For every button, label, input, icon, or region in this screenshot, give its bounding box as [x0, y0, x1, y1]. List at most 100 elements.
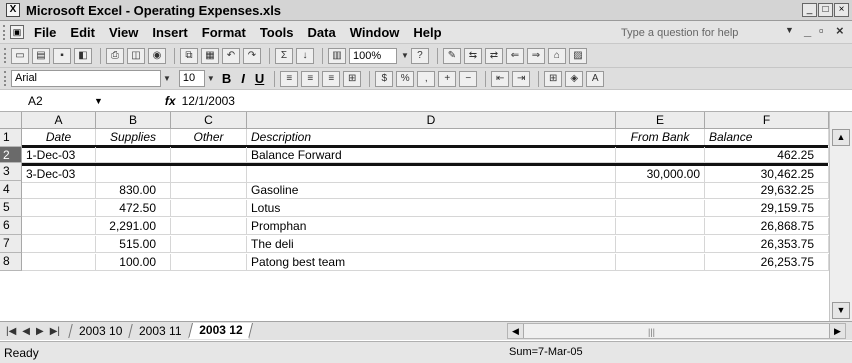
- font-color-icon[interactable]: A: [586, 70, 605, 87]
- row-header-1[interactable]: 1: [0, 129, 22, 147]
- excel-app-icon[interactable]: X: [6, 3, 20, 17]
- cell-f5[interactable]: 29,159.75: [705, 200, 829, 217]
- cell-d6[interactable]: Promphan: [247, 218, 616, 235]
- doc-minimize-icon[interactable]: _: [804, 23, 811, 38]
- copy-icon[interactable]: ⧉: [180, 47, 198, 64]
- font-dropdown-icon[interactable]: ▼: [163, 74, 171, 83]
- row-header-6[interactable]: 6: [0, 217, 22, 235]
- scroll-right-icon[interactable]: ▶: [829, 324, 845, 338]
- doc-restore-icon[interactable]: ▫: [819, 23, 824, 38]
- doc-close-icon[interactable]: ×: [836, 23, 844, 38]
- close-icon[interactable]: ×: [834, 3, 849, 17]
- menu-tools[interactable]: Tools: [260, 25, 294, 40]
- cell-a7[interactable]: [22, 236, 96, 253]
- cell-b5[interactable]: 472.50: [96, 200, 171, 217]
- cell-a3[interactable]: 3-Dec-03: [22, 166, 96, 183]
- column-header-b[interactable]: B: [96, 112, 171, 129]
- scroll-left-icon[interactable]: ◀: [508, 324, 524, 338]
- document-icon[interactable]: ▣: [10, 25, 24, 39]
- cell-a8[interactable]: [22, 254, 96, 271]
- menu-help[interactable]: Help: [413, 25, 441, 40]
- redo-icon[interactable]: ↷: [243, 47, 261, 64]
- cell-d1[interactable]: Description: [247, 129, 616, 146]
- menu-grip[interactable]: [3, 24, 6, 40]
- help-search-input[interactable]: Type a question for help: [621, 25, 759, 41]
- name-box[interactable]: A2: [4, 91, 86, 110]
- sheet-tab-2003-10[interactable]: 2003 10: [68, 324, 133, 338]
- scroll-thumb[interactable]: |||: [648, 327, 655, 337]
- cell-c6[interactable]: [171, 218, 247, 235]
- cell-a4[interactable]: [22, 182, 96, 199]
- menu-window[interactable]: Window: [350, 25, 400, 40]
- zoom-dropdown-icon[interactable]: ▼: [401, 51, 409, 60]
- cell-a1[interactable]: Date: [22, 129, 96, 146]
- cell-c5[interactable]: [171, 200, 247, 217]
- decrease-decimal-icon[interactable]: −: [459, 70, 478, 87]
- print-icon[interactable]: ⎙: [106, 47, 124, 64]
- align-center-icon[interactable]: ≡: [301, 70, 320, 87]
- horizontal-scrollbar[interactable]: ◀ ||| ▶: [507, 323, 846, 339]
- reviewing-pane-icon[interactable]: ▨: [568, 47, 587, 64]
- vertical-scrollbar[interactable]: ▲ ▼: [829, 112, 852, 338]
- cell-e8[interactable]: [616, 254, 705, 271]
- track-prev-icon[interactable]: ⇐: [505, 47, 524, 64]
- size-dropdown-icon[interactable]: ▼: [207, 74, 215, 83]
- cell-b2[interactable]: [96, 147, 171, 163]
- row-header-7[interactable]: 7: [0, 235, 22, 253]
- percent-icon[interactable]: %: [396, 70, 415, 87]
- cell-a6[interactable]: [22, 218, 96, 235]
- formula-input[interactable]: 12/1/2003: [182, 94, 235, 108]
- column-header-d[interactable]: D: [247, 112, 616, 129]
- cell-c1[interactable]: Other: [171, 129, 247, 146]
- print-preview-icon[interactable]: ◫: [127, 47, 145, 64]
- permission-icon[interactable]: ◧: [74, 47, 92, 64]
- underline-button[interactable]: U: [255, 71, 264, 86]
- cell-f2[interactable]: 462.25: [705, 147, 829, 163]
- sheet-tab-2003-11[interactable]: 2003 11: [128, 324, 192, 338]
- cell-e2[interactable]: [616, 147, 705, 163]
- menu-insert[interactable]: Insert: [152, 25, 187, 40]
- cell-b1[interactable]: Supplies: [96, 129, 171, 146]
- row-header-3[interactable]: 3: [0, 163, 22, 181]
- comma-icon[interactable]: ,: [417, 70, 436, 87]
- menu-data[interactable]: Data: [308, 25, 336, 40]
- open-icon[interactable]: ▤: [32, 47, 50, 64]
- cell-c8[interactable]: [171, 254, 247, 271]
- cell-e5[interactable]: [616, 200, 705, 217]
- cell-b4[interactable]: 830.00: [96, 182, 171, 199]
- increase-indent-icon[interactable]: ⇥: [512, 70, 531, 87]
- cell-d2[interactable]: Balance Forward: [247, 147, 616, 163]
- italic-button[interactable]: I: [241, 71, 245, 86]
- cell-e1[interactable]: From Bank: [616, 129, 705, 146]
- currency-icon[interactable]: $: [375, 70, 394, 87]
- align-right-icon[interactable]: ≡: [322, 70, 341, 87]
- cell-a2[interactable]: 1-Dec-03: [22, 147, 96, 163]
- scroll-down-icon[interactable]: ▼: [832, 302, 850, 319]
- cell-f6[interactable]: 26,868.75: [705, 218, 829, 235]
- cell-c2[interactable]: [171, 147, 247, 163]
- zoom-select[interactable]: 100%: [349, 47, 397, 64]
- cell-c3[interactable]: [171, 166, 247, 183]
- cell-a5[interactable]: [22, 200, 96, 217]
- name-box-dropdown-icon[interactable]: ▼: [94, 96, 103, 106]
- toolbar-grip[interactable]: [4, 71, 7, 86]
- column-header-a[interactable]: A: [22, 112, 96, 129]
- chart-wizard-icon[interactable]: ▥: [328, 47, 346, 64]
- cell-d5[interactable]: Lotus: [247, 200, 616, 217]
- row-header-2[interactable]: 2: [0, 147, 22, 163]
- cell-d7[interactable]: The deli: [247, 236, 616, 253]
- sort-ascending-icon[interactable]: ↓: [296, 47, 314, 64]
- menu-file[interactable]: File: [34, 25, 56, 40]
- cell-d8[interactable]: Patong best team: [247, 254, 616, 271]
- align-left-icon[interactable]: ≡: [280, 70, 299, 87]
- increase-decimal-icon[interactable]: +: [438, 70, 457, 87]
- new-icon[interactable]: ▭: [11, 47, 29, 64]
- font-size-select[interactable]: 10: [178, 70, 205, 87]
- row-header-8[interactable]: 8: [0, 253, 22, 271]
- cell-c4[interactable]: [171, 182, 247, 199]
- column-header-e[interactable]: E: [616, 112, 705, 129]
- insert-function-icon[interactable]: fx: [165, 94, 176, 108]
- next-sheet-icon[interactable]: ▶: [36, 326, 44, 337]
- merge-center-icon[interactable]: ⊞: [343, 70, 362, 87]
- prev-sheet-icon[interactable]: ◀: [22, 326, 30, 337]
